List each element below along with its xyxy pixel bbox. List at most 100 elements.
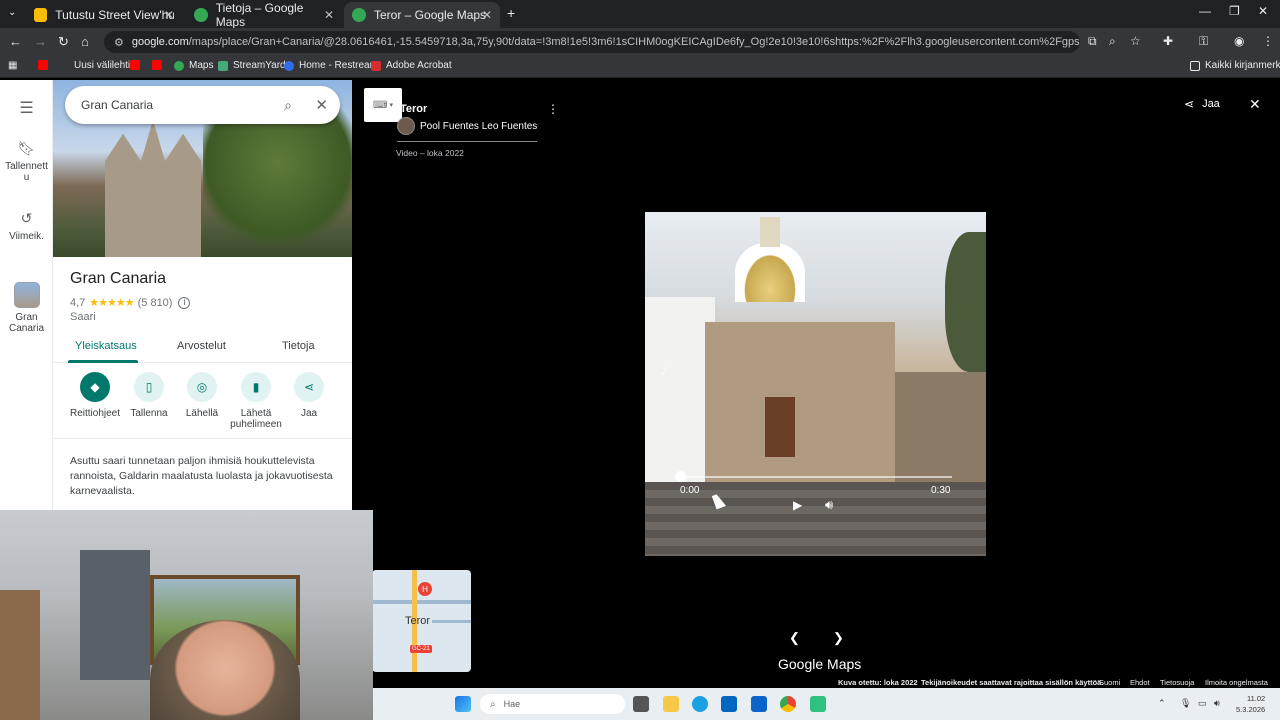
zoom-icon[interactable]: ⌕ xyxy=(1109,34,1116,49)
network-icon[interactable]: ▭ xyxy=(1198,698,1207,709)
tab-search-icon[interactable]: ⌄ xyxy=(8,7,16,18)
church-image xyxy=(105,120,201,257)
nearby-icon: ◎ xyxy=(187,372,217,402)
rail-saved[interactable]: 🔖︎ Tallennettu xyxy=(0,140,53,183)
footer-language[interactable]: Suomi xyxy=(1099,678,1120,687)
video-player[interactable]: ♪ 0:00 0:30 ▶ 🔊︎ xyxy=(645,212,986,556)
store-icon[interactable] xyxy=(721,696,737,712)
site-info-icon[interactable]: ⚙ xyxy=(114,36,124,49)
previous-arrow-icon[interactable]: ❮ xyxy=(789,630,800,646)
avatar xyxy=(397,117,415,135)
forward-icon[interactable]: → xyxy=(34,34,47,49)
share-button[interactable]: ⋖ Jaa xyxy=(281,372,337,419)
back-icon[interactable]: ← xyxy=(9,34,22,49)
youtube-bookmark-icon[interactable] xyxy=(130,60,145,70)
menu-button[interactable]: ☰ xyxy=(0,98,53,122)
youtube-bookmark-icon[interactable] xyxy=(152,60,167,70)
new-tab-button[interactable]: + xyxy=(507,5,515,21)
nearby-button[interactable]: ◎ Lähellä xyxy=(174,372,230,419)
home-icon[interactable]: ⌂ xyxy=(81,34,89,49)
lantern-image xyxy=(760,217,780,247)
browser-menu-icon[interactable]: ⋮ xyxy=(1262,34,1274,48)
youtube-bookmark-icon[interactable] xyxy=(38,60,53,70)
action-label: Reittiohjeet xyxy=(69,408,121,419)
bookmark-star-icon[interactable]: ☆ xyxy=(1130,34,1141,48)
hospital-pin-icon[interactable]: H xyxy=(418,582,432,596)
tab-about[interactable]: Tietoja xyxy=(282,340,315,352)
chrome-icon[interactable] xyxy=(780,696,796,712)
bookmark-acrobat[interactable]: Adobe Acrobat xyxy=(371,60,452,71)
url-bar[interactable]: ⚙ google.com /maps/place/Gran+Canaria/@2… xyxy=(104,31,1080,53)
chevron-down-icon: ▾ xyxy=(389,102,393,109)
install-app-icon[interactable]: ⧉ xyxy=(1088,34,1097,49)
browser-tab-1[interactable]: Tutustu Street View'hun ja lisää ✕ xyxy=(26,2,182,28)
extensions-icon[interactable]: ✚ xyxy=(1163,34,1173,48)
browser-tab-2[interactable]: Tietoja – Google Maps ✕ xyxy=(186,1,342,29)
edge-icon[interactable] xyxy=(692,696,708,712)
tab-overview[interactable]: Yleiskatsaus xyxy=(75,340,137,352)
close-window-icon[interactable]: ✕ xyxy=(1258,4,1268,18)
close-viewer-icon[interactable]: ✕ xyxy=(1249,96,1261,113)
maximize-icon[interactable]: ❐ xyxy=(1229,4,1240,18)
bookmark-streamyard[interactable]: StreamYard xyxy=(218,60,286,71)
duration: 0:30 xyxy=(931,485,951,496)
bookmark-new-tab[interactable]: Uusi välilehti xyxy=(74,60,130,71)
current-time: 0:00 xyxy=(680,485,700,496)
speaker-icon[interactable]: 🔊︎ xyxy=(1214,698,1220,709)
profile-avatar[interactable]: ◉ xyxy=(1234,34,1244,48)
share-button[interactable]: ⋖ Jaa xyxy=(1184,97,1220,111)
divider xyxy=(397,141,537,142)
author-name: Pool Fuentes Leo Fuentes xyxy=(420,120,538,132)
directions-button[interactable]: ◆ Reittiohjeet xyxy=(67,372,123,419)
apps-grid-icon[interactable]: ▦ xyxy=(8,60,17,71)
search-input[interactable]: Gran Canaria ⌕ ✕ xyxy=(65,86,340,124)
browser-tab-3[interactable]: Teror – Google Maps ✕ xyxy=(344,2,500,28)
tab-reviews[interactable]: Arvostelut xyxy=(177,340,226,352)
mini-map[interactable]: H Teror GC-21 xyxy=(372,570,471,672)
review-count[interactable]: (5 810) xyxy=(138,297,173,309)
outlook-icon[interactable] xyxy=(751,696,767,712)
clock-date: 5.3.2026 xyxy=(1236,705,1266,714)
maps-side-rail: ☰ 🔖︎ Tallennettu ↺ Viimeik. Gran Canaria xyxy=(0,80,53,512)
bookmark-restream[interactable]: Home - Restream xyxy=(284,60,378,71)
passwords-icon[interactable]: ⚿ xyxy=(1199,34,1208,49)
share-icon: ⋖ xyxy=(1184,97,1195,111)
volume-icon[interactable]: 🔊︎ xyxy=(825,497,833,513)
footer-report[interactable]: Ilmoita ongelmasta xyxy=(1205,678,1268,687)
footer-terms[interactable]: Ehdot xyxy=(1130,678,1150,687)
save-button[interactable]: ▯ Tallenna xyxy=(121,372,177,419)
action-label: Jaa xyxy=(300,408,318,419)
tray-overflow-icon[interactable]: ⌃ xyxy=(1158,698,1166,709)
close-tab-icon[interactable]: ✕ xyxy=(164,8,174,22)
play-icon[interactable]: ▶ xyxy=(793,498,802,512)
bookmark-maps[interactable]: Maps xyxy=(174,60,213,71)
footer-privacy[interactable]: Tietosuoja xyxy=(1160,678,1194,687)
windows-start-icon[interactable] xyxy=(455,696,471,712)
all-bookmarks[interactable]: Kaikki kirjanmerkit xyxy=(1190,60,1280,71)
close-tab-icon[interactable]: ✕ xyxy=(324,8,334,22)
send-to-phone-button[interactable]: ▮ Lähetä puhelimeen xyxy=(228,372,284,430)
minimize-icon[interactable]: — xyxy=(1199,4,1211,18)
taskbar-search[interactable]: ⌕ Hae xyxy=(480,694,625,714)
keyboard-icon: ⌨ xyxy=(373,99,388,111)
more-options-icon[interactable]: ⋮ xyxy=(547,102,559,116)
next-arrow-icon[interactable]: ❯ xyxy=(833,630,844,646)
close-icon[interactable]: ✕ xyxy=(315,96,328,114)
rail-place[interactable]: Gran Canaria xyxy=(0,282,53,334)
task-view-icon[interactable] xyxy=(633,696,649,712)
url-host: google.com xyxy=(131,36,189,48)
video-progress-bar[interactable] xyxy=(680,476,952,478)
search-icon[interactable]: ⌕ xyxy=(284,97,292,114)
system-clock[interactable]: 11.02 5.3.2026 xyxy=(1236,693,1265,715)
close-tab-icon[interactable]: ✕ xyxy=(482,8,492,22)
video-scrubber[interactable] xyxy=(675,471,686,482)
microphone-icon[interactable]: 🎙︎ xyxy=(1180,698,1191,709)
rail-recent[interactable]: ↺ Viimeik. xyxy=(0,210,53,242)
media-author[interactable]: Pool Fuentes Leo Fuentes xyxy=(397,117,537,135)
reload-icon[interactable]: ↻ xyxy=(58,34,69,50)
app-icon[interactable] xyxy=(810,696,826,712)
info-icon[interactable]: i xyxy=(178,296,191,309)
file-explorer-icon[interactable] xyxy=(663,696,679,712)
rating-value: 4,7 xyxy=(70,296,86,309)
search-icon: ⌕ xyxy=(490,698,496,710)
